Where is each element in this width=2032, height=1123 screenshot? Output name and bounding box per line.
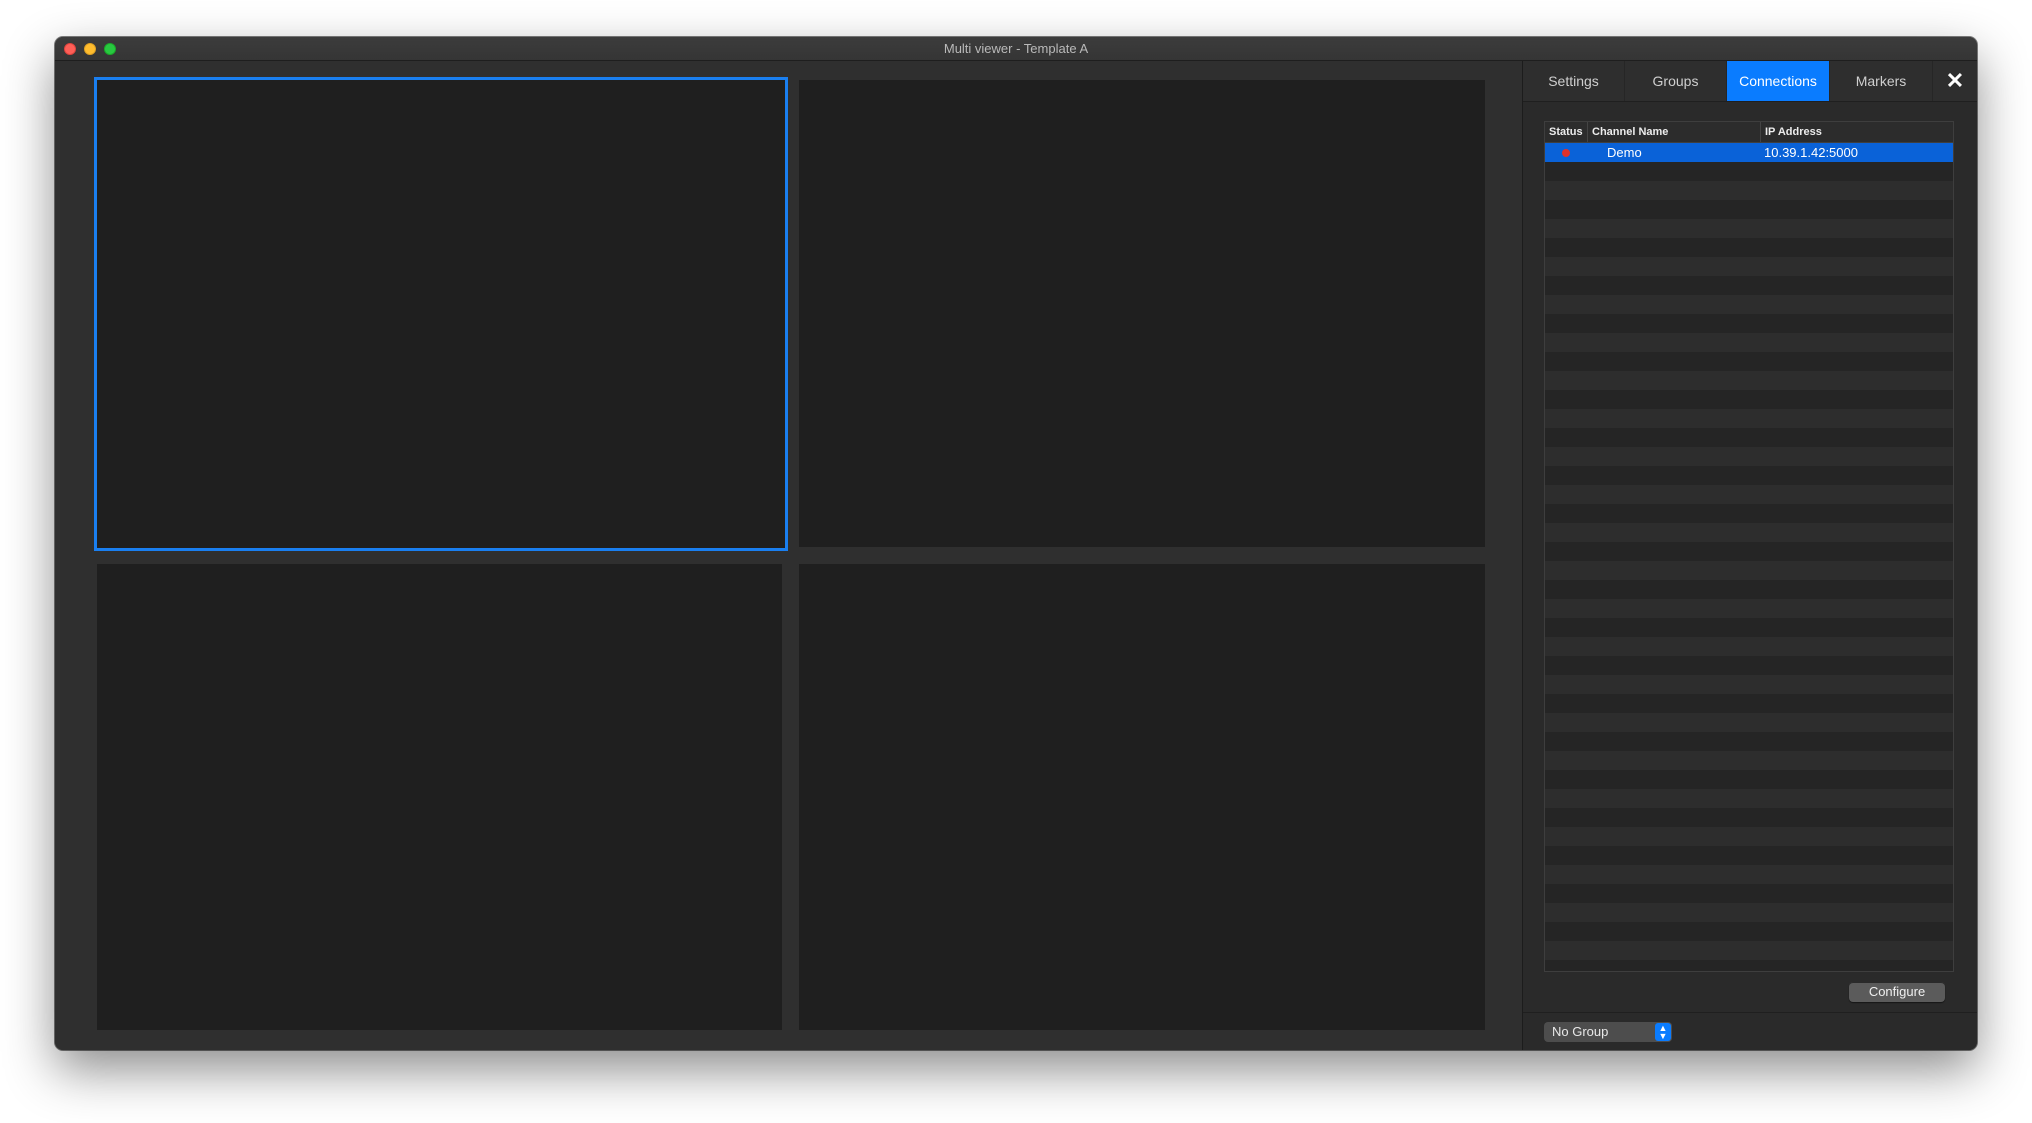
- status-indicator-icon: [1562, 149, 1570, 157]
- channel-name-cell: Demo: [1607, 145, 1642, 160]
- chevron-up-down-icon: ▲ ▼: [1655, 1023, 1671, 1041]
- empty-table-row: [1545, 884, 1953, 903]
- empty-table-row: [1545, 694, 1953, 713]
- empty-table-row: [1545, 371, 1953, 390]
- empty-table-row: [1545, 314, 1953, 333]
- tab-settings[interactable]: Settings: [1523, 61, 1625, 101]
- empty-table-row: [1545, 352, 1953, 371]
- empty-table-row: [1545, 599, 1953, 618]
- side-panel: Settings Groups Connections Markers ✕ St…: [1522, 61, 1977, 1050]
- video-tile-4[interactable]: [799, 564, 1485, 1030]
- empty-table-row: [1545, 162, 1953, 181]
- tab-markers[interactable]: Markers: [1830, 61, 1933, 101]
- video-tile-1[interactable]: [94, 77, 788, 551]
- tab-bar: Settings Groups Connections Markers ✕: [1523, 61, 1977, 102]
- tab-connections[interactable]: Connections: [1727, 61, 1830, 101]
- column-header-status[interactable]: Status: [1545, 122, 1588, 142]
- empty-table-row: [1545, 504, 1953, 523]
- table-header: Status Channel Name IP Address: [1545, 122, 1953, 143]
- empty-table-row: [1545, 808, 1953, 827]
- empty-table-row: [1545, 618, 1953, 637]
- empty-table-row: [1545, 789, 1953, 808]
- empty-table-row: [1545, 770, 1953, 789]
- tab-groups[interactable]: Groups: [1625, 61, 1727, 101]
- empty-table-row: [1545, 542, 1953, 561]
- empty-table-row: [1545, 922, 1953, 941]
- group-select[interactable]: No Group ▲ ▼: [1544, 1022, 1672, 1042]
- empty-table-row: [1545, 219, 1953, 238]
- empty-table-row: [1545, 276, 1953, 295]
- empty-table-row: [1545, 732, 1953, 751]
- empty-table-row: [1545, 390, 1953, 409]
- empty-table-row: [1545, 523, 1953, 542]
- empty-table-row: [1545, 466, 1953, 485]
- empty-table-row: [1545, 447, 1953, 466]
- divider: [1523, 1012, 1977, 1013]
- empty-table-row: [1545, 200, 1953, 219]
- empty-table-row: [1545, 580, 1953, 599]
- video-tile-2[interactable]: [799, 80, 1485, 547]
- empty-table-row: [1545, 675, 1953, 694]
- video-tile-3[interactable]: [97, 564, 782, 1030]
- empty-table-row: [1545, 656, 1953, 675]
- ip-address-cell: 10.39.1.42:5000: [1764, 145, 1858, 160]
- empty-table-row: [1545, 428, 1953, 447]
- empty-table-row: [1545, 960, 1953, 971]
- group-select-value: No Group: [1552, 1024, 1609, 1039]
- empty-table-row: [1545, 257, 1953, 276]
- empty-table-row: [1545, 561, 1953, 580]
- empty-table-row: [1545, 846, 1953, 865]
- empty-table-row: [1545, 637, 1953, 656]
- empty-table-row: [1545, 409, 1953, 428]
- empty-table-row: [1545, 865, 1953, 884]
- close-icon[interactable]: ✕: [1935, 61, 1975, 101]
- empty-table-row: [1545, 941, 1953, 960]
- title-bar[interactable]: Multi viewer - Template A: [55, 37, 1977, 61]
- empty-table-row: [1545, 713, 1953, 732]
- configure-button[interactable]: Configure: [1849, 982, 1945, 1002]
- table-row[interactable]: Demo 10.39.1.42:5000: [1545, 143, 1953, 162]
- column-header-channel-name[interactable]: Channel Name: [1588, 122, 1761, 142]
- empty-table-row: [1545, 295, 1953, 314]
- column-header-ip-address[interactable]: IP Address: [1761, 122, 1953, 142]
- connections-table[interactable]: Status Channel Name IP Address Demo 10.3…: [1544, 121, 1954, 972]
- empty-table-row: [1545, 903, 1953, 922]
- video-grid: [55, 61, 1520, 1050]
- empty-table-row: [1545, 238, 1953, 257]
- empty-table-row: [1545, 751, 1953, 770]
- window-title: Multi viewer - Template A: [943, 41, 1089, 56]
- empty-table-row: [1545, 181, 1953, 200]
- empty-table-row: [1545, 485, 1953, 504]
- empty-table-row: [1545, 333, 1953, 352]
- app-window: Multi viewer - Template A Settings Group…: [55, 37, 1977, 1050]
- empty-table-row: [1545, 827, 1953, 846]
